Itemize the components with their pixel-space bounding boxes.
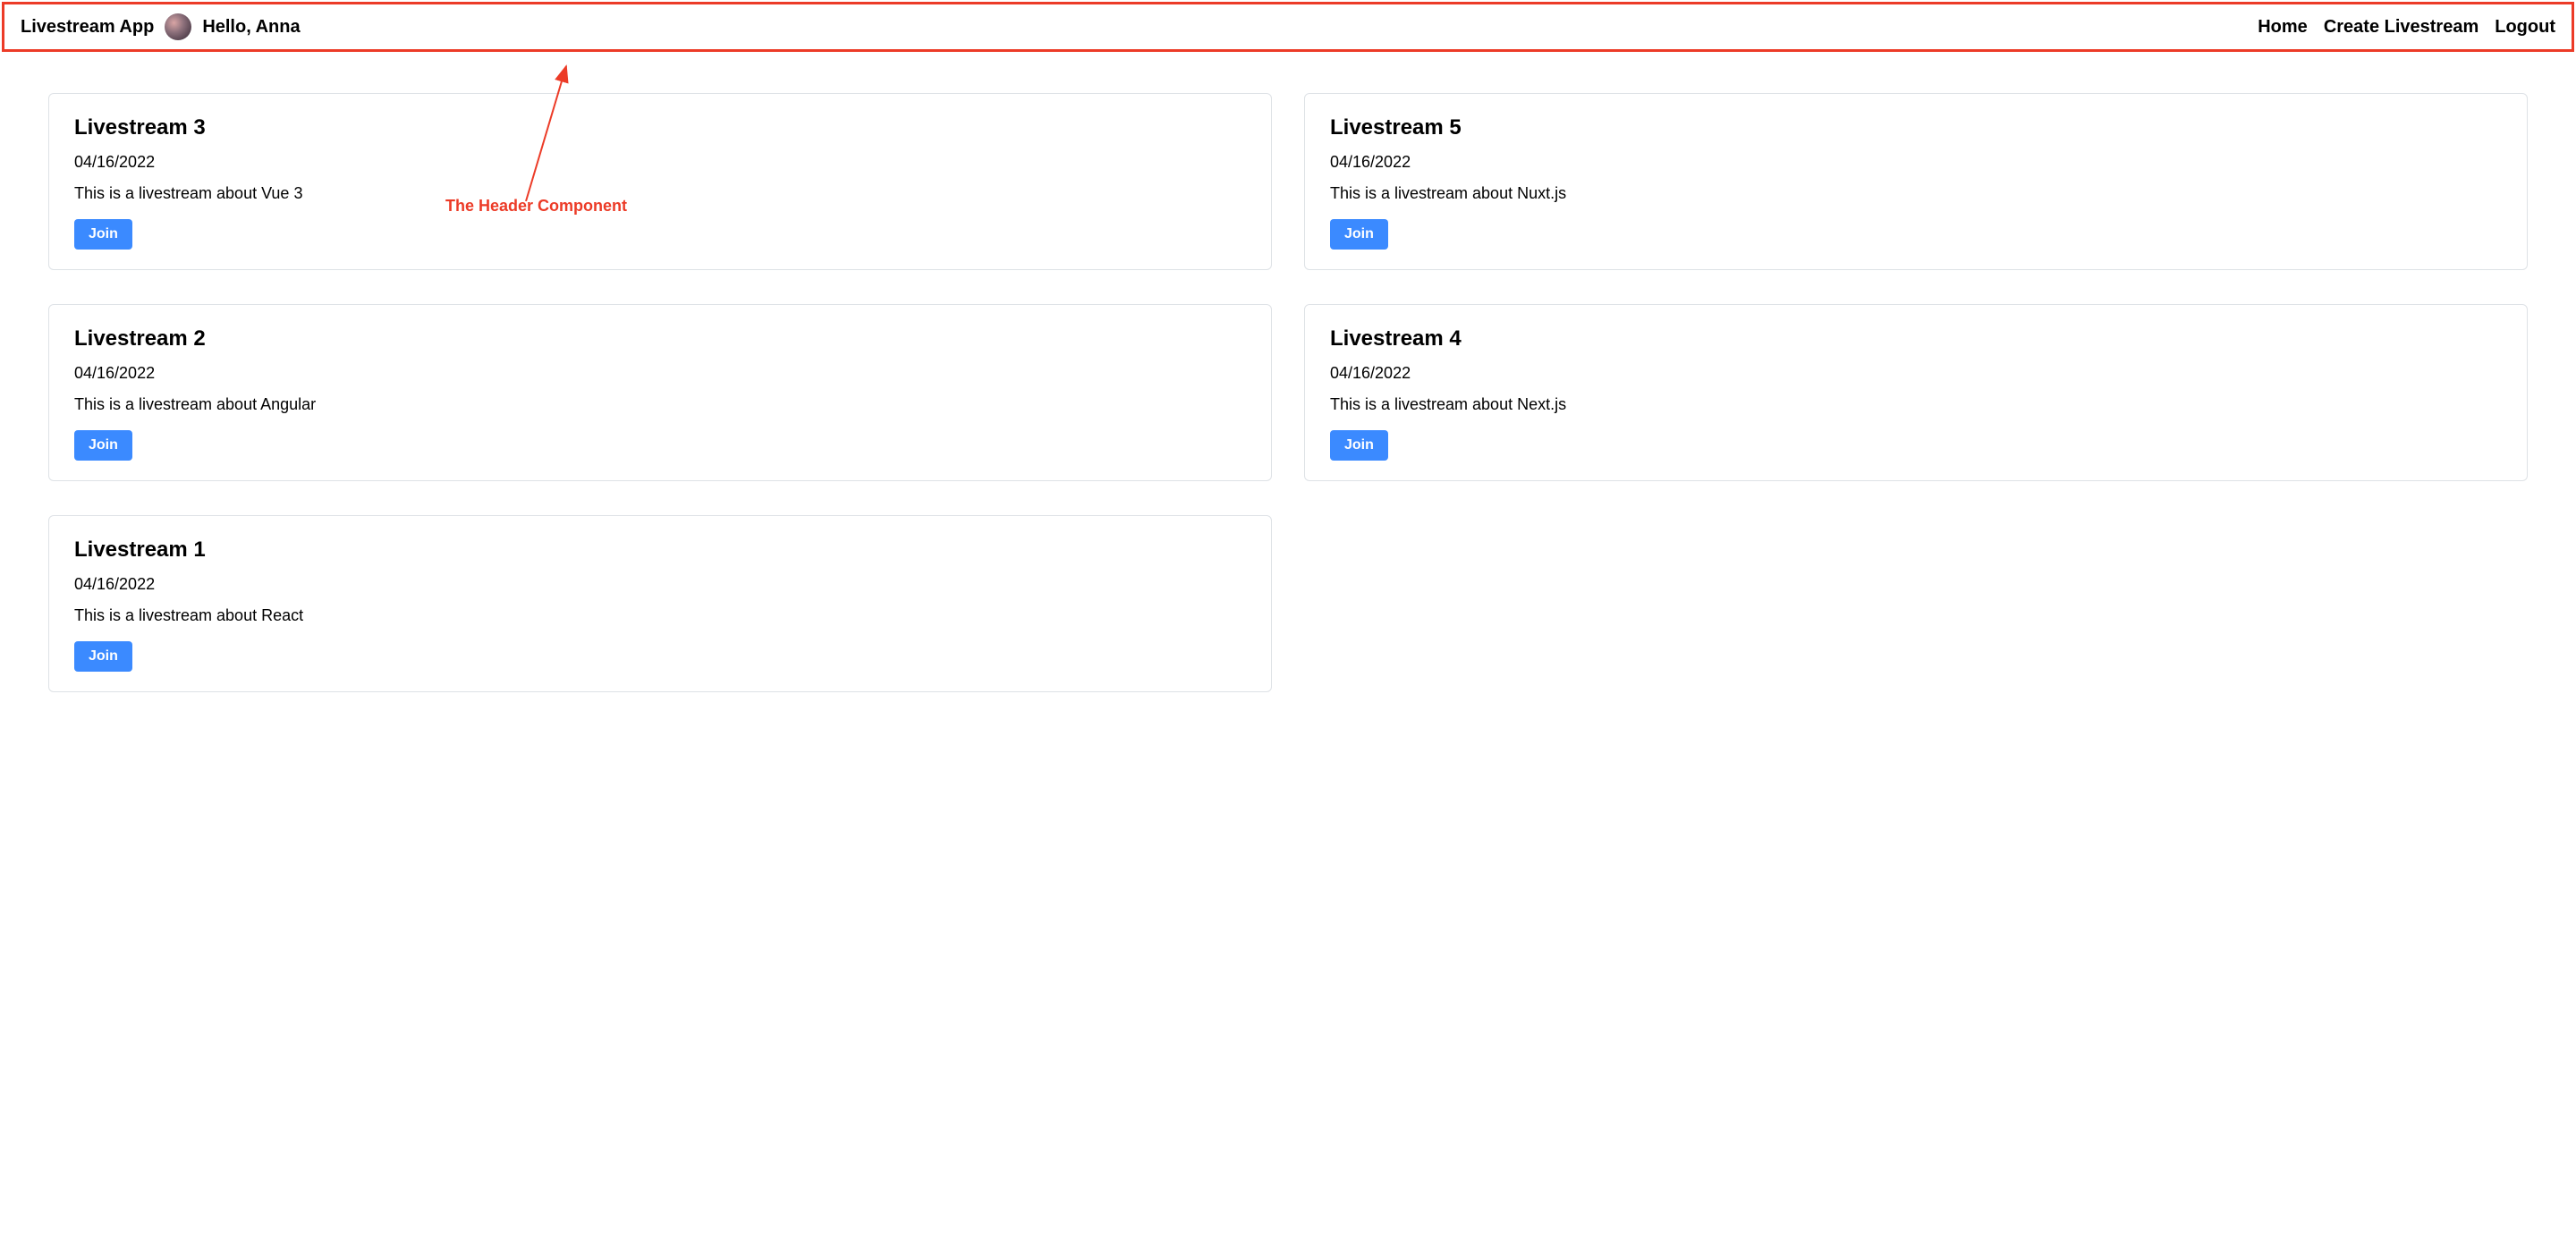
card-description: This is a livestream about Next.js xyxy=(1330,395,2502,414)
join-button[interactable]: Join xyxy=(74,430,132,461)
card-title: Livestream 4 xyxy=(1330,326,2502,351)
main-content: Livestream 3 04/16/2022 This is a livest… xyxy=(0,54,2576,728)
livestream-card: Livestream 3 04/16/2022 This is a livest… xyxy=(48,93,1272,270)
join-button[interactable]: Join xyxy=(1330,430,1388,461)
card-title: Livestream 5 xyxy=(1330,115,2502,140)
nav-logout[interactable]: Logout xyxy=(2495,17,2555,38)
header-left: Livestream App Hello, Anna xyxy=(21,13,301,40)
card-description: This is a livestream about Angular xyxy=(74,395,1246,414)
join-button[interactable]: Join xyxy=(74,641,132,672)
livestream-card: Livestream 2 04/16/2022 This is a livest… xyxy=(48,304,1272,481)
livestream-grid: Livestream 3 04/16/2022 This is a livest… xyxy=(48,93,2528,692)
join-button[interactable]: Join xyxy=(1330,219,1388,250)
header-nav: Home Create Livestream Logout xyxy=(2258,17,2555,38)
avatar[interactable] xyxy=(165,13,191,40)
card-title: Livestream 1 xyxy=(74,538,1246,563)
card-date: 04/16/2022 xyxy=(74,153,1246,172)
nav-create-livestream[interactable]: Create Livestream xyxy=(2324,17,2479,38)
join-button[interactable]: Join xyxy=(74,219,132,250)
livestream-card: Livestream 1 04/16/2022 This is a livest… xyxy=(48,515,1272,692)
livestream-card: Livestream 4 04/16/2022 This is a livest… xyxy=(1304,304,2528,481)
card-title: Livestream 2 xyxy=(74,326,1246,351)
livestream-card: Livestream 5 04/16/2022 This is a livest… xyxy=(1304,93,2528,270)
card-description: This is a livestream about React xyxy=(74,606,1246,625)
card-date: 04/16/2022 xyxy=(74,575,1246,594)
header: Livestream App Hello, Anna Home Create L… xyxy=(2,2,2574,52)
nav-home[interactable]: Home xyxy=(2258,17,2308,38)
card-date: 04/16/2022 xyxy=(1330,153,2502,172)
card-description: This is a livestream about Nuxt.js xyxy=(1330,184,2502,203)
card-title: Livestream 3 xyxy=(74,115,1246,140)
card-description: This is a livestream about Vue 3 xyxy=(74,184,1246,203)
card-date: 04/16/2022 xyxy=(74,364,1246,383)
card-date: 04/16/2022 xyxy=(1330,364,2502,383)
app-title: Livestream App xyxy=(21,17,154,38)
greeting: Hello, Anna xyxy=(202,17,300,38)
